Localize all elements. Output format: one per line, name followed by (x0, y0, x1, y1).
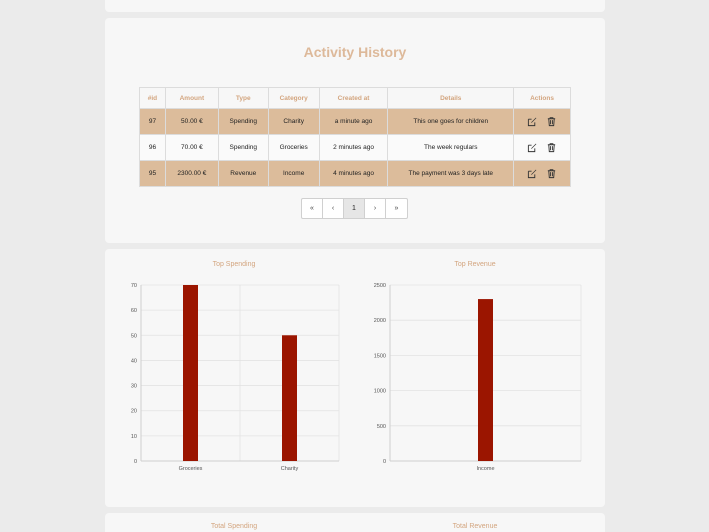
total-revenue-title: Total Revenue (452, 523, 498, 530)
trash-icon[interactable] (546, 116, 557, 127)
y-tick-label: 1000 (374, 389, 386, 395)
cell-created: a minute ago (318, 108, 389, 135)
page-next-button[interactable]: › (365, 199, 386, 218)
activity-title: Activity History (303, 44, 407, 60)
cell-details: The week regulars (387, 134, 515, 161)
y-tick-label: 0 (134, 459, 137, 465)
cell-details: This one goes for children (387, 108, 515, 135)
table-header-row: #id Amount Type Category Created at Deta… (139, 87, 571, 109)
column-header-created[interactable]: Created at (318, 87, 389, 109)
bar (282, 335, 297, 461)
column-header-actions: Actions (513, 87, 571, 109)
trash-icon[interactable] (546, 142, 557, 153)
top-revenue-chart: 0 500 1000 1500 2000 2500 Income (374, 283, 582, 472)
cell-details: The payment was 3 days late (387, 160, 515, 187)
y-tick-label: 30 (131, 384, 137, 390)
cell-created: 4 minutes ago (318, 160, 389, 187)
edit-icon[interactable] (527, 168, 538, 179)
table-row: 95 2300.00 € Revenue Income 4 minutes ag… (139, 160, 571, 187)
cell-type: Spending (217, 134, 269, 161)
top-spending-chart: 0 10 20 30 40 50 60 70 Groceries Charity (131, 283, 340, 472)
page-prev-button[interactable]: ‹ (323, 199, 344, 218)
table-row: 97 50.00 € Spending Charity a minute ago… (139, 108, 571, 135)
y-tick-label: 500 (377, 424, 386, 430)
column-header-type[interactable]: Type (217, 87, 269, 109)
column-header-category[interactable]: Category (267, 87, 320, 109)
x-tick-label: Groceries (179, 466, 203, 472)
x-tick-label: Income (476, 466, 494, 472)
y-tick-label: 2500 (374, 283, 386, 289)
column-header-details[interactable]: Details (387, 87, 515, 109)
edit-icon[interactable] (527, 142, 538, 153)
cell-id: 97 (139, 108, 166, 135)
activity-card: Activity History #id Amount Type Categor… (105, 18, 605, 243)
y-tick-label: 40 (131, 358, 137, 364)
cell-category: Groceries (267, 134, 320, 161)
cell-amount: 70.00 € (164, 134, 219, 161)
chart-title-top-spending: Top Spending (212, 261, 256, 268)
cell-type: Spending (217, 108, 269, 135)
x-tick-label: Charity (281, 466, 299, 472)
top-card (105, 0, 605, 12)
y-tick-label: 2000 (374, 318, 386, 324)
edit-icon[interactable] (527, 116, 538, 127)
column-header-id[interactable]: #id (139, 87, 166, 109)
y-tick-label: 70 (131, 283, 137, 289)
activity-table: #id Amount Type Category Created at Deta… (139, 87, 571, 187)
y-tick-label: 60 (131, 308, 137, 314)
totals-card: Total Spending Total Revenue (105, 513, 605, 532)
cell-amount: 50.00 € (164, 108, 219, 135)
bar (183, 285, 198, 461)
charts-card: Top Spending 0 10 20 30 40 50 60 70 Groceries Cha… (105, 249, 605, 507)
cell-type: Revenue (217, 160, 269, 187)
cell-actions (513, 134, 571, 161)
total-spending-title: Total Spending (210, 523, 258, 530)
cell-actions (513, 108, 571, 135)
cell-id: 96 (139, 134, 166, 161)
table-row: 96 70.00 € Spending Groceries 2 minutes … (139, 134, 571, 161)
trash-icon[interactable] (546, 168, 557, 179)
y-tick-label: 0 (383, 459, 386, 465)
page-last-button[interactable]: » (386, 199, 407, 218)
cell-created: 2 minutes ago (318, 134, 389, 161)
bar (478, 299, 493, 461)
cell-category: Income (267, 160, 320, 187)
cell-id: 95 (139, 160, 166, 187)
y-tick-label: 1500 (374, 353, 386, 359)
cell-category: Charity (267, 108, 320, 135)
y-tick-label: 10 (131, 434, 137, 440)
y-tick-label: 50 (131, 333, 137, 339)
chart-title-top-revenue: Top Revenue (454, 261, 496, 268)
cell-amount: 2300.00 € (164, 160, 219, 187)
column-header-amount[interactable]: Amount (164, 87, 219, 109)
page-current-button[interactable]: 1 (344, 199, 365, 218)
page-first-button[interactable]: « (302, 199, 323, 218)
y-tick-label: 20 (131, 409, 137, 415)
cell-actions (513, 160, 571, 187)
pagination: « ‹ 1 › » (301, 198, 408, 219)
